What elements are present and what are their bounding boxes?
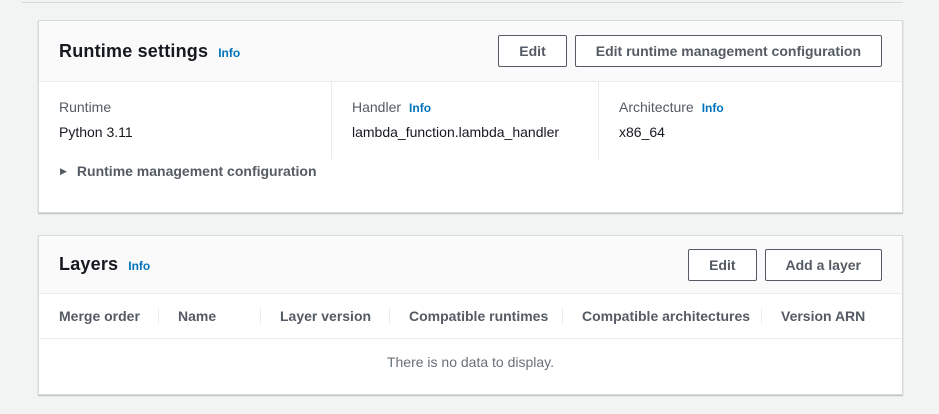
- edit-layers-button[interactable]: Edit: [688, 249, 756, 281]
- architecture-info-link[interactable]: Info: [702, 101, 724, 115]
- layers-info-link[interactable]: Info: [128, 259, 150, 273]
- runtime-value: Python 3.11: [59, 124, 311, 140]
- runtime-label: Runtime: [59, 99, 111, 115]
- architecture-label: Architecture: [619, 99, 694, 115]
- handler-field: Handler Info lambda_function.lambda_hand…: [331, 82, 598, 159]
- edit-runtime-management-configuration-button[interactable]: Edit runtime management configuration: [575, 35, 882, 67]
- layers-panel: Layers Info Edit Add a layer Merge order…: [38, 235, 903, 395]
- runtime-management-configuration-expander[interactable]: ▶ Runtime management configuration: [39, 159, 902, 195]
- runtime-settings-info-link[interactable]: Info: [218, 46, 240, 60]
- column-header-name: Name: [158, 308, 260, 324]
- column-header-merge-order: Merge order: [39, 308, 158, 324]
- runtime-settings-fields: Runtime Python 3.11 Handler Info lambda_…: [39, 82, 902, 159]
- column-header-compatible-runtimes: Compatible runtimes: [389, 308, 562, 324]
- architecture-field: Architecture Info x86_64: [598, 82, 902, 159]
- architecture-value: x86_64: [619, 124, 882, 140]
- expander-label: Runtime management configuration: [77, 163, 317, 179]
- edit-runtime-settings-button[interactable]: Edit: [498, 35, 566, 67]
- layers-title: Layers: [59, 254, 118, 275]
- runtime-settings-title: Runtime settings: [59, 41, 208, 62]
- runtime-settings-panel: Runtime settings Info Edit Edit runtime …: [38, 20, 903, 213]
- handler-info-link[interactable]: Info: [409, 101, 431, 115]
- handler-label: Handler: [352, 99, 401, 115]
- handler-value: lambda_function.lambda_handler: [352, 124, 578, 140]
- add-a-layer-button[interactable]: Add a layer: [765, 249, 882, 281]
- top-divider: [22, 2, 903, 3]
- runtime-settings-header: Runtime settings Info Edit Edit runtime …: [39, 21, 902, 82]
- runtime-field: Runtime Python 3.11: [39, 82, 331, 159]
- column-header-version-arn: Version ARN: [761, 308, 902, 324]
- column-header-layer-version: Layer version: [260, 308, 389, 324]
- layers-empty-message: There is no data to display.: [39, 339, 902, 370]
- layers-table-header: Merge order Name Layer version Compatibl…: [39, 294, 902, 339]
- layers-header: Layers Info Edit Add a layer: [39, 236, 902, 294]
- expand-triangle-icon: ▶: [60, 167, 67, 176]
- column-header-compatible-architectures: Compatible architectures: [562, 308, 761, 324]
